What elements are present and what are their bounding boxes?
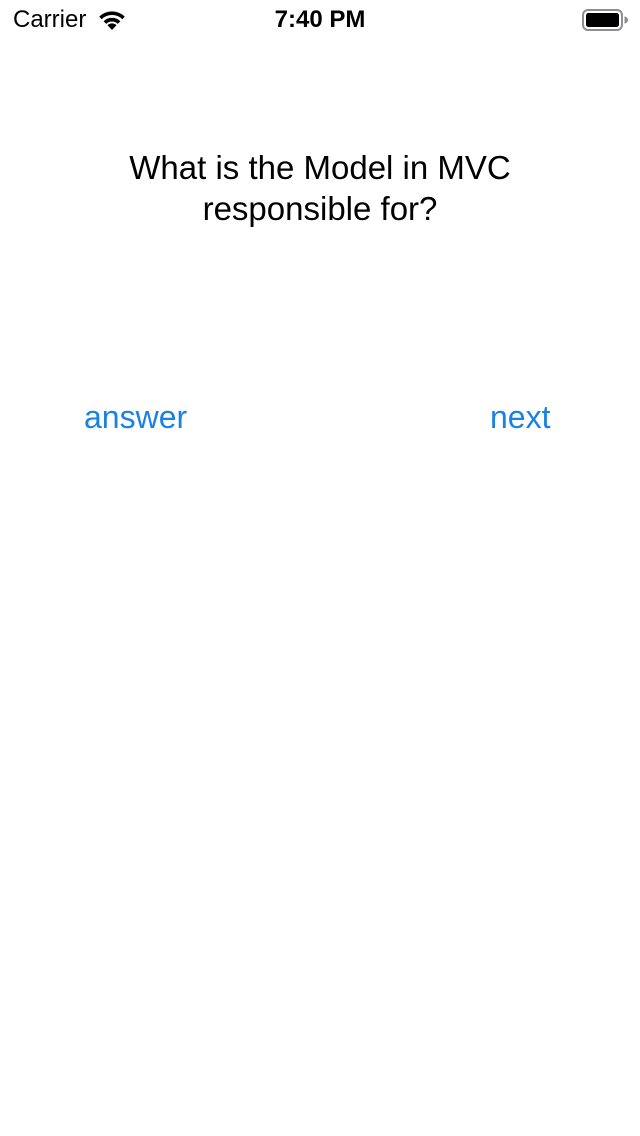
next-button[interactable]: next bbox=[490, 395, 550, 439]
app-screen: Carrier 7:40 PM What is the Model in MVC… bbox=[0, 0, 640, 1136]
battery-full-icon bbox=[582, 9, 628, 31]
status-time: 7:40 PM bbox=[274, 6, 366, 33]
answer-button[interactable]: answer bbox=[84, 395, 187, 439]
question-label: What is the Model in MVC responsible for… bbox=[129, 149, 511, 227]
status-bar: Carrier 7:40 PM bbox=[0, 0, 640, 40]
